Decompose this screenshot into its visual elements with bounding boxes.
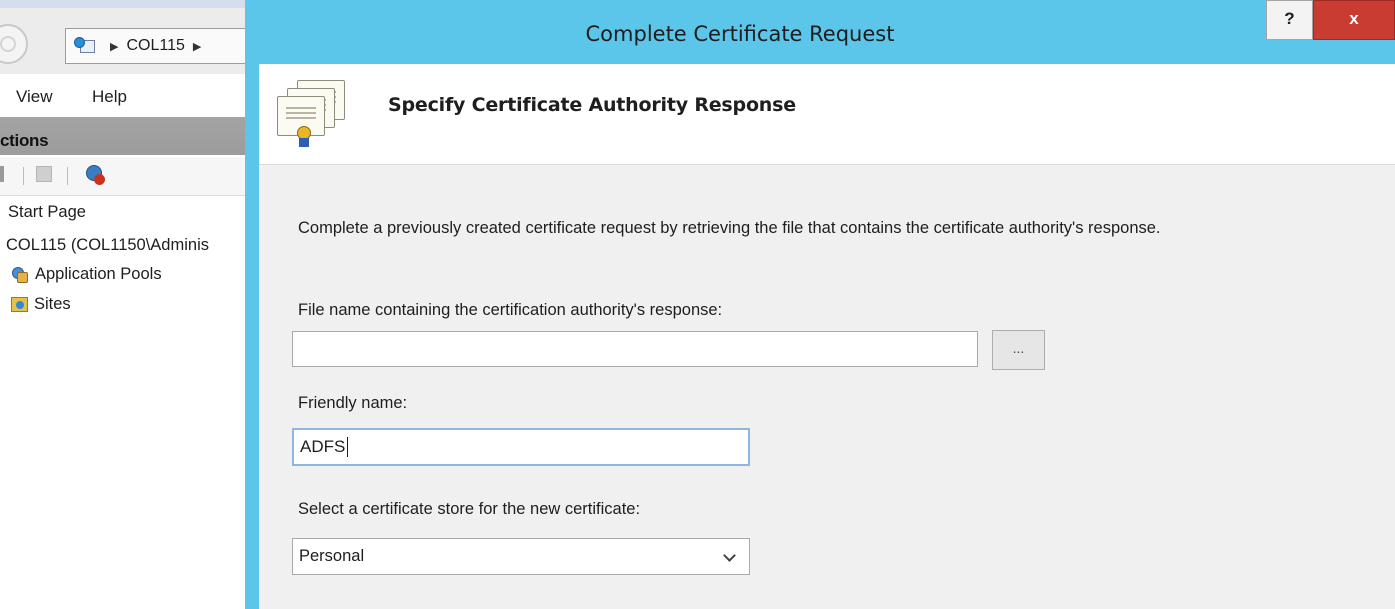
- browse-button[interactable]: ...: [992, 330, 1045, 370]
- file-name-input[interactable]: [292, 331, 978, 367]
- tree-item-label: Application Pools: [35, 265, 162, 283]
- chevron-down-icon[interactable]: [723, 550, 737, 564]
- address-bar-area: ▶ COL115 ▶: [0, 8, 255, 74]
- friendly-name-input[interactable]: ADFS: [292, 428, 750, 466]
- save-icon[interactable]: [0, 166, 4, 182]
- file-name-label: File name containing the certification a…: [298, 301, 723, 319]
- certificate-icon: [277, 80, 347, 148]
- friendly-name-label: Friendly name:: [298, 394, 408, 412]
- connections-toolbar: [0, 157, 247, 196]
- text-caret: [347, 437, 349, 457]
- tree-item-start-page[interactable]: Start Page: [8, 203, 86, 222]
- dialog-header: Specify Certificate Authority Response: [259, 64, 1395, 165]
- up-icon[interactable]: [36, 166, 52, 182]
- complete-certificate-request-dialog: Complete Certificate Request ? x Specify…: [245, 0, 1395, 609]
- connect-icon[interactable]: [86, 165, 106, 185]
- toolbar-separator: [23, 167, 24, 185]
- toolbar-separator: [67, 167, 68, 185]
- tree-item-label: COL115 (COL1150\Adminis: [6, 236, 209, 254]
- certificate-store-select[interactable]: Personal: [292, 538, 750, 575]
- iis-connection-icon: [74, 37, 96, 55]
- tree-item-sites[interactable]: Sites: [11, 295, 71, 314]
- friendly-name-value: ADFS: [300, 437, 346, 456]
- sites-icon: [11, 297, 28, 312]
- menu-view[interactable]: View: [16, 87, 53, 107]
- help-button[interactable]: ?: [1266, 0, 1313, 40]
- menu-bar: View Help: [0, 74, 247, 116]
- back-button[interactable]: [0, 24, 28, 64]
- close-button[interactable]: x: [1313, 0, 1395, 40]
- menu-help[interactable]: Help: [92, 87, 127, 107]
- certificate-store-label: Select a certificate store for the new c…: [298, 500, 641, 518]
- tree-item-label: Sites: [34, 295, 71, 313]
- dialog-title: Complete Certificate Request: [585, 22, 895, 46]
- iis-window-titlebar: [0, 0, 247, 8]
- breadcrumb-arrow-icon: ▶: [110, 40, 119, 53]
- address-breadcrumb[interactable]: ▶ COL115 ▶: [65, 28, 255, 64]
- tree-item-application-pools[interactable]: Application Pools: [11, 265, 162, 284]
- actions-panel-header: ctions: [0, 117, 247, 155]
- dialog-titlebar[interactable]: Complete Certificate Request ? x: [245, 0, 1395, 64]
- iis-manager-window: ▶ COL115 ▶ View Help ctions Start Page C…: [0, 0, 255, 609]
- instructions-text: Complete a previously created certificat…: [298, 219, 1161, 237]
- application-pools-icon: [11, 266, 29, 284]
- dialog-body: Specify Certificate Authority Response C…: [259, 64, 1395, 609]
- page-title: Specify Certificate Authority Response: [388, 94, 796, 116]
- breadcrumb-arrow-icon: ▶: [192, 40, 202, 53]
- tree-item-label: Start Page: [8, 203, 86, 221]
- tree-item-server[interactable]: COL115 (COL1150\Adminis: [6, 236, 209, 255]
- certificate-store-selected: Personal: [299, 547, 365, 565]
- breadcrumb-item-server[interactable]: COL115: [126, 37, 184, 55]
